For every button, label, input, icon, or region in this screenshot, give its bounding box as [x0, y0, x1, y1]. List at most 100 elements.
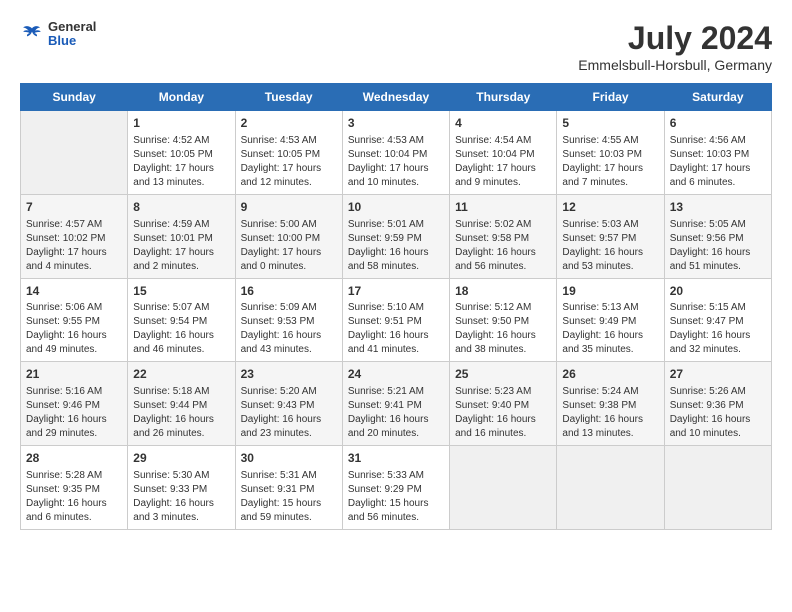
day-number: 3 [348, 115, 444, 132]
day-info: Sunrise: 5:18 AM Sunset: 9:44 PM Dayligh… [133, 385, 229, 441]
day-info: Sunrise: 5:16 AM Sunset: 9:46 PM Dayligh… [26, 385, 122, 441]
calendar-table: SundayMondayTuesdayWednesdayThursdayFrid… [20, 83, 772, 530]
calendar-cell: 13 Sunrise: 5:05 AM Sunset: 9:56 PM Dayli… [664, 194, 771, 278]
day-info: Sunrise: 5:26 AM Sunset: 9:36 PM Dayligh… [670, 385, 766, 441]
weekday-header-tuesday: Tuesday [235, 84, 342, 111]
day-info: Sunrise: 5:05 AM Sunset: 9:56 PM Dayligh… [670, 218, 766, 274]
weekday-header-saturday: Saturday [664, 84, 771, 111]
day-info: Sunrise: 5:15 AM Sunset: 9:47 PM Dayligh… [670, 301, 766, 357]
day-number: 13 [670, 199, 766, 216]
day-info: Sunrise: 4:53 AM Sunset: 10:05 PM Daylig… [241, 134, 337, 190]
day-info: Sunrise: 5:12 AM Sunset: 9:50 PM Dayligh… [455, 301, 551, 357]
day-info: Sunrise: 4:53 AM Sunset: 10:04 PM Daylig… [348, 134, 444, 190]
day-number: 20 [670, 283, 766, 300]
day-number: 8 [133, 199, 229, 216]
day-number: 4 [455, 115, 551, 132]
day-info: Sunrise: 5:07 AM Sunset: 9:54 PM Dayligh… [133, 301, 229, 357]
calendar-cell: 12Sunrise: 5:03 AM Sunset: 9:57 PM Dayli… [557, 194, 664, 278]
calendar-cell: 20Sunrise: 5:15 AM Sunset: 9:47 PM Dayli… [664, 278, 771, 362]
day-info: Sunrise: 4:56 AM Sunset: 10:03 PM Daylig… [670, 134, 766, 190]
day-number: 26 [562, 366, 658, 383]
calendar-cell: 1 Sunrise: 4:52 AM Sunset: 10:05 PM Dayli… [128, 111, 235, 195]
calendar-cell: 27Sunrise: 5:26 AM Sunset: 9:36 PM Dayli… [664, 362, 771, 446]
calendar-cell [557, 446, 664, 530]
day-info: Sunrise: 4:52 AM Sunset: 10:05 PM Daylig… [133, 134, 229, 190]
day-number: 14 [26, 283, 122, 300]
day-info: Sunrise: 5:21 AM Sunset: 9:41 PM Dayligh… [348, 385, 444, 441]
day-number: 29 [133, 450, 229, 467]
day-number: 1 [133, 115, 229, 132]
calendar-cell: 5 Sunrise: 4:55 AM Sunset: 10:03 PM Dayli… [557, 111, 664, 195]
calendar-cell: 2 Sunrise: 4:53 AM Sunset: 10:05 PM Dayli… [235, 111, 342, 195]
day-number: 7 [26, 199, 122, 216]
day-info: Sunrise: 5:31 AM Sunset: 9:31 PM Dayligh… [241, 469, 337, 525]
day-number: 31 [348, 450, 444, 467]
day-number: 10 [348, 199, 444, 216]
weekday-header-sunday: Sunday [21, 84, 128, 111]
day-info: Sunrise: 5:28 AM Sunset: 9:35 PM Dayligh… [26, 469, 122, 525]
weekday-header-wednesday: Wednesday [342, 84, 449, 111]
calendar-cell: 29Sunrise: 5:30 AM Sunset: 9:33 PM Dayli… [128, 446, 235, 530]
title-section: July 2024 Emmelsbull-Horsbull, Germany [578, 20, 772, 73]
calendar-cell: 23Sunrise: 5:20 AM Sunset: 9:43 PM Dayli… [235, 362, 342, 446]
day-number: 9 [241, 199, 337, 216]
day-info: Sunrise: 4:54 AM Sunset: 10:04 PM Daylig… [455, 134, 551, 190]
calendar-cell: 3 Sunrise: 4:53 AM Sunset: 10:04 PM Dayli… [342, 111, 449, 195]
day-number: 21 [26, 366, 122, 383]
day-info: Sunrise: 5:02 AM Sunset: 9:58 PM Dayligh… [455, 218, 551, 274]
calendar-cell: 8 Sunrise: 4:59 AM Sunset: 10:01 PM Dayli… [128, 194, 235, 278]
calendar-cell: 11 Sunrise: 5:02 AM Sunset: 9:58 PM Dayli… [450, 194, 557, 278]
day-info: Sunrise: 4:57 AM Sunset: 10:02 PM Daylig… [26, 218, 122, 274]
day-info: Sunrise: 4:59 AM Sunset: 10:01 PM Daylig… [133, 218, 229, 274]
day-info: Sunrise: 5:01 AM Sunset: 9:59 PM Dayligh… [348, 218, 444, 274]
day-info: Sunrise: 5:33 AM Sunset: 9:29 PM Dayligh… [348, 469, 444, 525]
calendar-cell: 7 Sunrise: 4:57 AM Sunset: 10:02 PM Dayli… [21, 194, 128, 278]
calendar-cell: 24 Sunrise: 5:21 AM Sunset: 9:41 PM Dayli… [342, 362, 449, 446]
calendar-cell [450, 446, 557, 530]
calendar-cell: 21 Sunrise: 5:16 AM Sunset: 9:46 PM Dayli… [21, 362, 128, 446]
weekday-header-monday: Monday [128, 84, 235, 111]
day-info: Sunrise: 5:06 AM Sunset: 9:55 PM Dayligh… [26, 301, 122, 357]
day-info: Sunrise: 5:09 AM Sunset: 9:53 PM Dayligh… [241, 301, 337, 357]
calendar-cell: 31 Sunrise: 5:33 AM Sunset: 9:29 PM Dayli… [342, 446, 449, 530]
day-number: 25 [455, 366, 551, 383]
day-number: 11 [455, 199, 551, 216]
location-title: Emmelsbull-Horsbull, Germany [578, 57, 772, 73]
day-info: Sunrise: 5:00 AM Sunset: 10:00 PM Daylig… [241, 218, 337, 274]
calendar-cell: 26Sunrise: 5:24 AM Sunset: 9:38 PM Dayli… [557, 362, 664, 446]
calendar-cell: 22 Sunrise: 5:18 AM Sunset: 9:44 PM Dayli… [128, 362, 235, 446]
calendar-cell: 30 Sunrise: 5:31 AM Sunset: 9:31 PM Dayli… [235, 446, 342, 530]
calendar-cell: 17Sunrise: 5:10 AM Sunset: 9:51 PM Dayli… [342, 278, 449, 362]
calendar-cell [664, 446, 771, 530]
day-number: 23 [241, 366, 337, 383]
calendar-cell: 9 Sunrise: 5:00 AM Sunset: 10:00 PM Dayli… [235, 194, 342, 278]
month-year-title: July 2024 [578, 20, 772, 57]
logo-bird-icon [20, 22, 44, 46]
day-info: Sunrise: 5:13 AM Sunset: 9:49 PM Dayligh… [562, 301, 658, 357]
calendar-cell: 28 Sunrise: 5:28 AM Sunset: 9:35 PM Dayli… [21, 446, 128, 530]
day-number: 19 [562, 283, 658, 300]
day-info: Sunrise: 4:55 AM Sunset: 10:03 PM Daylig… [562, 134, 658, 190]
day-number: 5 [562, 115, 658, 132]
weekday-header-thursday: Thursday [450, 84, 557, 111]
day-number: 18 [455, 283, 551, 300]
calendar-cell: 6 Sunrise: 4:56 AM Sunset: 10:03 PM Dayli… [664, 111, 771, 195]
calendar-cell: 16Sunrise: 5:09 AM Sunset: 9:53 PM Dayli… [235, 278, 342, 362]
calendar-cell: 15Sunrise: 5:07 AM Sunset: 9:54 PM Dayli… [128, 278, 235, 362]
day-number: 22 [133, 366, 229, 383]
logo-text: General Blue [48, 20, 96, 49]
day-info: Sunrise: 5:10 AM Sunset: 9:51 PM Dayligh… [348, 301, 444, 357]
calendar-cell: 18Sunrise: 5:12 AM Sunset: 9:50 PM Dayli… [450, 278, 557, 362]
day-number: 16 [241, 283, 337, 300]
calendar-cell [21, 111, 128, 195]
calendar-cell: 10 Sunrise: 5:01 AM Sunset: 9:59 PM Dayli… [342, 194, 449, 278]
day-number: 28 [26, 450, 122, 467]
day-number: 30 [241, 450, 337, 467]
day-number: 17 [348, 283, 444, 300]
day-number: 24 [348, 366, 444, 383]
calendar-cell: 14Sunrise: 5:06 AM Sunset: 9:55 PM Dayli… [21, 278, 128, 362]
day-number: 6 [670, 115, 766, 132]
day-number: 2 [241, 115, 337, 132]
calendar-cell: 19Sunrise: 5:13 AM Sunset: 9:49 PM Dayli… [557, 278, 664, 362]
day-info: Sunrise: 5:23 AM Sunset: 9:40 PM Dayligh… [455, 385, 551, 441]
